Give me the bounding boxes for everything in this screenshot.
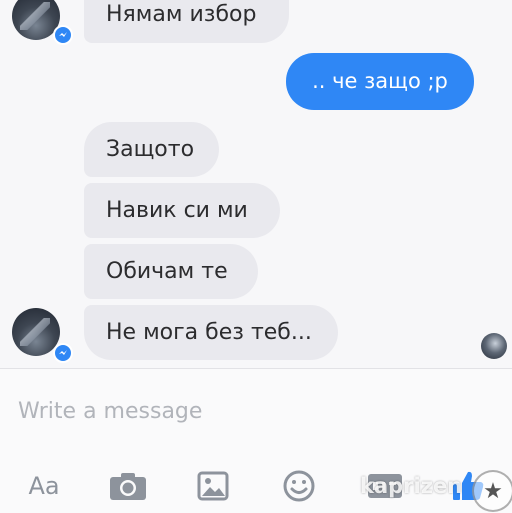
messenger-badge-icon	[53, 25, 73, 45]
image-icon[interactable]	[195, 466, 231, 506]
camera-icon[interactable]	[106, 466, 150, 506]
message-bubble-incoming[interactable]: Не мога без теб...	[84, 305, 338, 360]
message-bubble-incoming[interactable]: Нямам избор	[84, 0, 289, 43]
text-format-button[interactable]: Aa	[22, 466, 66, 506]
conversation-thread: Нямам избор .. че защо ;р Защото Навик с…	[0, 0, 512, 368]
message-bubble-outgoing[interactable]: .. че защо ;р	[286, 53, 474, 110]
emoji-icon[interactable]	[281, 466, 317, 506]
message-input[interactable]	[18, 396, 478, 426]
message-bubble-incoming[interactable]: Обичам те	[84, 244, 258, 299]
messenger-badge-icon	[53, 343, 73, 363]
watermark-text: kaprizen	[360, 474, 463, 498]
star-icon: ★	[472, 470, 512, 512]
message-bubble-incoming[interactable]: Навик си ми	[84, 183, 280, 238]
seen-indicator-avatar	[481, 333, 507, 359]
message-bubble-incoming[interactable]: Защото	[84, 122, 219, 177]
